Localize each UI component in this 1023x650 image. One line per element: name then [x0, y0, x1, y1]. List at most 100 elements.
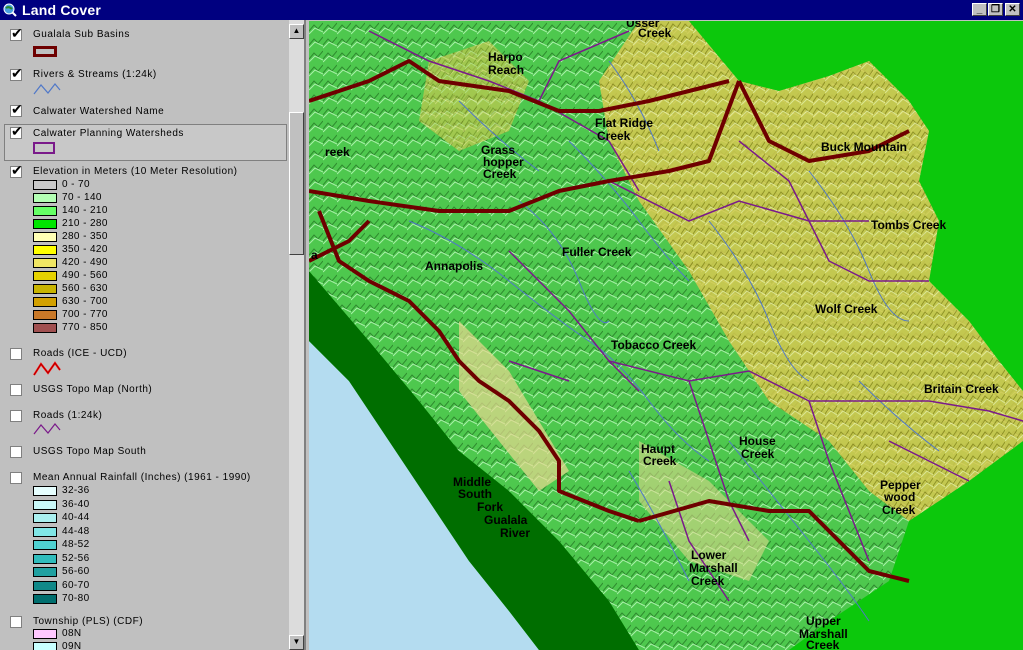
rainfall-legend-label: 56-60: [62, 566, 90, 577]
layer-checkbox-roads-ice-ucd[interactable]: [10, 348, 22, 360]
maximize-button[interactable]: ❐: [988, 3, 1003, 16]
map-canvas[interactable]: UsserCreekHarpoReachreekFlat RidgeCreekB…: [309, 21, 1023, 650]
elevation-legend-swatch: [33, 310, 57, 320]
watershed-label-haupt2: Creek: [643, 454, 677, 468]
map-view[interactable]: Usser Creek Harpo Reach reek Flat Ridge Creek B…: [309, 21, 1023, 650]
watershed-label-reek: reek: [325, 145, 350, 159]
layer-checkbox-rainfall[interactable]: [10, 472, 22, 484]
table-of-contents: Gualala Sub Basins Rivers & Streams (1:2…: [0, 20, 306, 650]
layer-checkbox-calwater-watershed-name[interactable]: [10, 101, 23, 118]
watershed-label-buck: Buck Mountain: [821, 140, 907, 154]
layer-list: Gualala Sub Basins Rivers & Streams (1:2…: [0, 20, 289, 650]
rainfall-legend-label: 44-48: [62, 525, 90, 537]
elevation-legend-label: 0 - 70: [62, 179, 90, 190]
rainfall-legend-swatch: [33, 513, 57, 523]
elevation-legend-label: 210 - 280: [62, 218, 108, 229]
watershed-label-annapolis: Annapolis: [425, 259, 483, 273]
scroll-thumb[interactable]: [289, 112, 304, 255]
watershed-label-middle5: River: [500, 526, 530, 540]
layer-checkbox-usgs-topo-north[interactable]: [10, 384, 22, 396]
layer-checkbox-rivers-streams[interactable]: [10, 65, 23, 82]
rainfall-legend-swatch: [33, 540, 57, 550]
watershed-label-lower2: Marshall: [689, 561, 738, 575]
watershed-label-britain: Britain Creek: [924, 382, 999, 396]
layer-name-gualala-sub-basins[interactable]: Gualala Sub Basins: [33, 29, 130, 40]
elevation-legend-label: 490 - 560: [62, 270, 108, 281]
elevation-legend-swatch: [33, 206, 57, 216]
rainfall-legend-label: 40-44: [62, 512, 90, 523]
road-24k-line-symbol: [33, 423, 61, 435]
stream-line-symbol: [33, 83, 61, 95]
elevation-legend-swatch: [33, 193, 57, 203]
rainfall-legend-label: 60-70: [62, 579, 90, 591]
elevation-legend-swatch: [33, 323, 57, 333]
elevation-legend-label: 350 - 420: [62, 244, 108, 255]
layer-checkbox-usgs-topo-south[interactable]: [10, 446, 22, 458]
elevation-legend-swatch: [33, 297, 57, 307]
layer-checkbox-roads-24k[interactable]: [10, 410, 22, 422]
window-title: Land Cover: [22, 2, 102, 18]
watershed-label-harpo2: Reach: [488, 63, 524, 77]
minimize-button[interactable]: _: [972, 3, 987, 16]
township-legend-swatch: [33, 642, 57, 650]
scroll-down-icon[interactable]: ▼: [289, 635, 304, 650]
elevation-legend-label: 700 - 770: [62, 309, 108, 320]
elevation-legend-label: 140 - 210: [62, 205, 108, 216]
layer-checkbox-elevation[interactable]: [10, 162, 23, 179]
watershed-label-lower3: Creek: [691, 574, 725, 588]
layer-name-calwater-planning-watersheds[interactable]: Calwater Planning Watersheds: [33, 128, 184, 139]
elevation-legend-label: 420 - 490: [62, 257, 108, 268]
rainfall-legend-swatch: [33, 594, 57, 604]
rainfall-legend-swatch: [33, 486, 57, 496]
watershed-label-a: a: [311, 248, 318, 262]
township-legend-swatch: [33, 629, 57, 639]
layer-name-roads-ice-ucd[interactable]: Roads (ICE - UCD): [33, 348, 127, 359]
elevation-legend-swatch: [33, 271, 57, 281]
elevation-legend-swatch: [33, 219, 57, 229]
rainfall-legend-swatch: [33, 553, 57, 564]
close-button[interactable]: ✕: [1005, 3, 1020, 16]
layer-name-elevation[interactable]: Elevation in Meters (10 Meter Resolution…: [33, 166, 237, 177]
rainfall-legend-label: 48-52: [62, 539, 90, 550]
watershed-label-middle3: Fork: [477, 500, 503, 514]
watershed-label-flat: Flat Ridge: [595, 116, 653, 130]
planning-outline-symbol: [33, 142, 55, 154]
elevation-legend-swatch: [33, 232, 57, 242]
basin-outline-symbol: [33, 46, 57, 57]
township-legend-label: 08N: [62, 628, 82, 639]
window-title-bar[interactable]: Land Cover _ ❐ ✕: [0, 0, 1023, 20]
elevation-legend-label: 560 - 630: [62, 283, 108, 294]
scroll-up-icon[interactable]: ▲: [289, 24, 304, 39]
layer-name-rivers-streams[interactable]: Rivers & Streams (1:24k): [33, 69, 157, 80]
layer-checkbox-township[interactable]: [10, 616, 22, 628]
watershed-label-flat2: Creek: [597, 129, 631, 143]
township-legend-label: 09N: [62, 641, 82, 650]
toc-scrollbar[interactable]: ▲ ▼: [289, 20, 304, 650]
layer-name-usgs-topo-south[interactable]: USGS Topo Map South: [33, 446, 146, 457]
watershed-label-middle2: South: [458, 487, 492, 501]
watershed-label-lower: Lower: [691, 548, 727, 562]
watershed-label-house2: Creek: [741, 447, 775, 461]
layer-name-calwater-watershed-name[interactable]: Calwater Watershed Name: [33, 106, 164, 117]
rainfall-legend-swatch: [33, 567, 57, 577]
watershed-label-upper3: Creek: [806, 638, 840, 650]
elevation-legend-label: 770 - 850: [62, 322, 108, 333]
watershed-label-harpo: Harpo: [488, 50, 523, 64]
layer-checkbox-calwater-planning-watersheds[interactable]: [10, 123, 23, 140]
globe-magnifier-icon: [3, 3, 17, 17]
watershed-label-fuller: Fuller Creek: [562, 245, 632, 259]
watershed-label-house: House: [739, 434, 776, 448]
rainfall-legend-swatch: [33, 580, 57, 591]
rainfall-legend-label: 70-80: [62, 593, 90, 604]
rainfall-legend-swatch: [33, 526, 57, 537]
watershed-label-upper: Upper: [806, 614, 841, 628]
watershed-label-wolf: Wolf Creek: [815, 302, 878, 316]
layer-name-rainfall[interactable]: Mean Annual Rainfall (Inches) (1961 - 19…: [33, 472, 251, 483]
layer-checkbox-gualala-sub-basins[interactable]: [10, 25, 23, 42]
layer-name-township[interactable]: Township (PLS) (CDF): [33, 616, 143, 627]
rainfall-legend-label: 32-36: [62, 485, 90, 496]
layer-name-usgs-topo-north[interactable]: USGS Topo Map (North): [33, 384, 152, 395]
layer-name-roads-24k[interactable]: Roads (1:24k): [33, 410, 102, 421]
elevation-legend-label: 630 - 700: [62, 296, 108, 307]
rainfall-legend-label: 52-56: [62, 552, 90, 564]
